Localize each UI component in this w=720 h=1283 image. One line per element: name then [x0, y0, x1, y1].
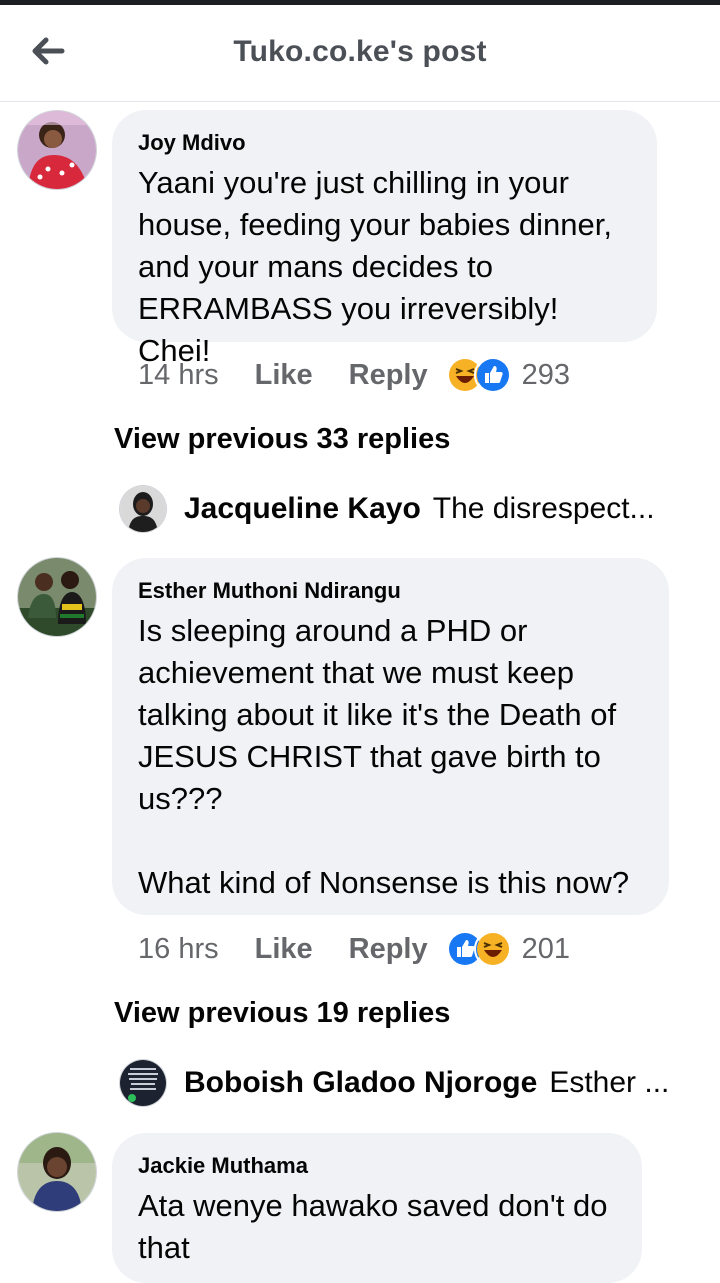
reply-author[interactable]: Boboish Gladoo Njoroge: [184, 1066, 537, 1100]
top-app-bar: Tuko.co.ke's post: [0, 5, 720, 102]
reply-snippet: Esther ...: [549, 1066, 670, 1099]
comment-timestamp[interactable]: 16 hrs: [138, 933, 219, 966]
comment-actions: 14 hrs Like Reply 293: [138, 356, 570, 394]
comment-author[interactable]: Joy Mdivo: [138, 130, 631, 156]
reaction-summary[interactable]: [445, 356, 512, 394]
comment-bubble[interactable]: Esther Muthoni Ndirangu Is sleeping arou…: [112, 558, 669, 915]
like-button[interactable]: Like: [255, 359, 313, 392]
haha-reaction-icon: [473, 930, 512, 968]
latest-reply-preview[interactable]: Boboish Gladoo Njoroge Esther ...: [120, 1060, 669, 1106]
comment-author[interactable]: Jackie Muthama: [138, 1153, 616, 1179]
comment-text: Yaani you're just chilling in your house…: [138, 165, 621, 368]
avatar-jacqueline-kayo[interactable]: [120, 486, 166, 532]
comment-timestamp[interactable]: 14 hrs: [138, 359, 219, 392]
like-reaction-icon: [473, 356, 512, 394]
comment-text: Ata wenye hawako saved don't do that: [138, 1188, 617, 1265]
comment-bubble[interactable]: Joy Mdivo Yaani you're just chilling in …: [112, 110, 657, 368]
avatar-esther-muthoni[interactable]: [18, 558, 96, 636]
comment-bubble[interactable]: Jackie Muthama Ata wenye hawako saved do…: [112, 1133, 642, 1283]
reply-button[interactable]: Reply: [349, 933, 428, 966]
comment-actions: 16 hrs Like Reply 201: [138, 930, 570, 968]
like-button[interactable]: Like: [255, 933, 313, 966]
reply-author[interactable]: Jacqueline Kayo: [184, 492, 421, 526]
reply-snippet: The disrespect...: [432, 492, 655, 525]
view-previous-replies-link[interactable]: View previous 33 replies: [114, 423, 450, 456]
avatar-boboish-gladoo[interactable]: [120, 1060, 166, 1106]
comment-text: Is sleeping around a PHD or achievement …: [138, 613, 630, 900]
comment-author[interactable]: Esther Muthoni Ndirangu: [138, 578, 643, 604]
reaction-summary[interactable]: [445, 930, 512, 968]
latest-reply-preview[interactable]: Jacqueline Kayo The disrespect...: [120, 486, 655, 532]
page-title: Tuko.co.ke's post: [233, 35, 487, 68]
reply-button[interactable]: Reply: [349, 359, 428, 392]
reaction-count: 293: [521, 358, 571, 391]
view-previous-replies-link[interactable]: View previous 19 replies: [114, 997, 450, 1030]
avatar-jackie-muthama[interactable]: [18, 1133, 96, 1211]
avatar-joy-mdivo[interactable]: [18, 111, 96, 189]
reaction-count: 201: [521, 932, 571, 965]
